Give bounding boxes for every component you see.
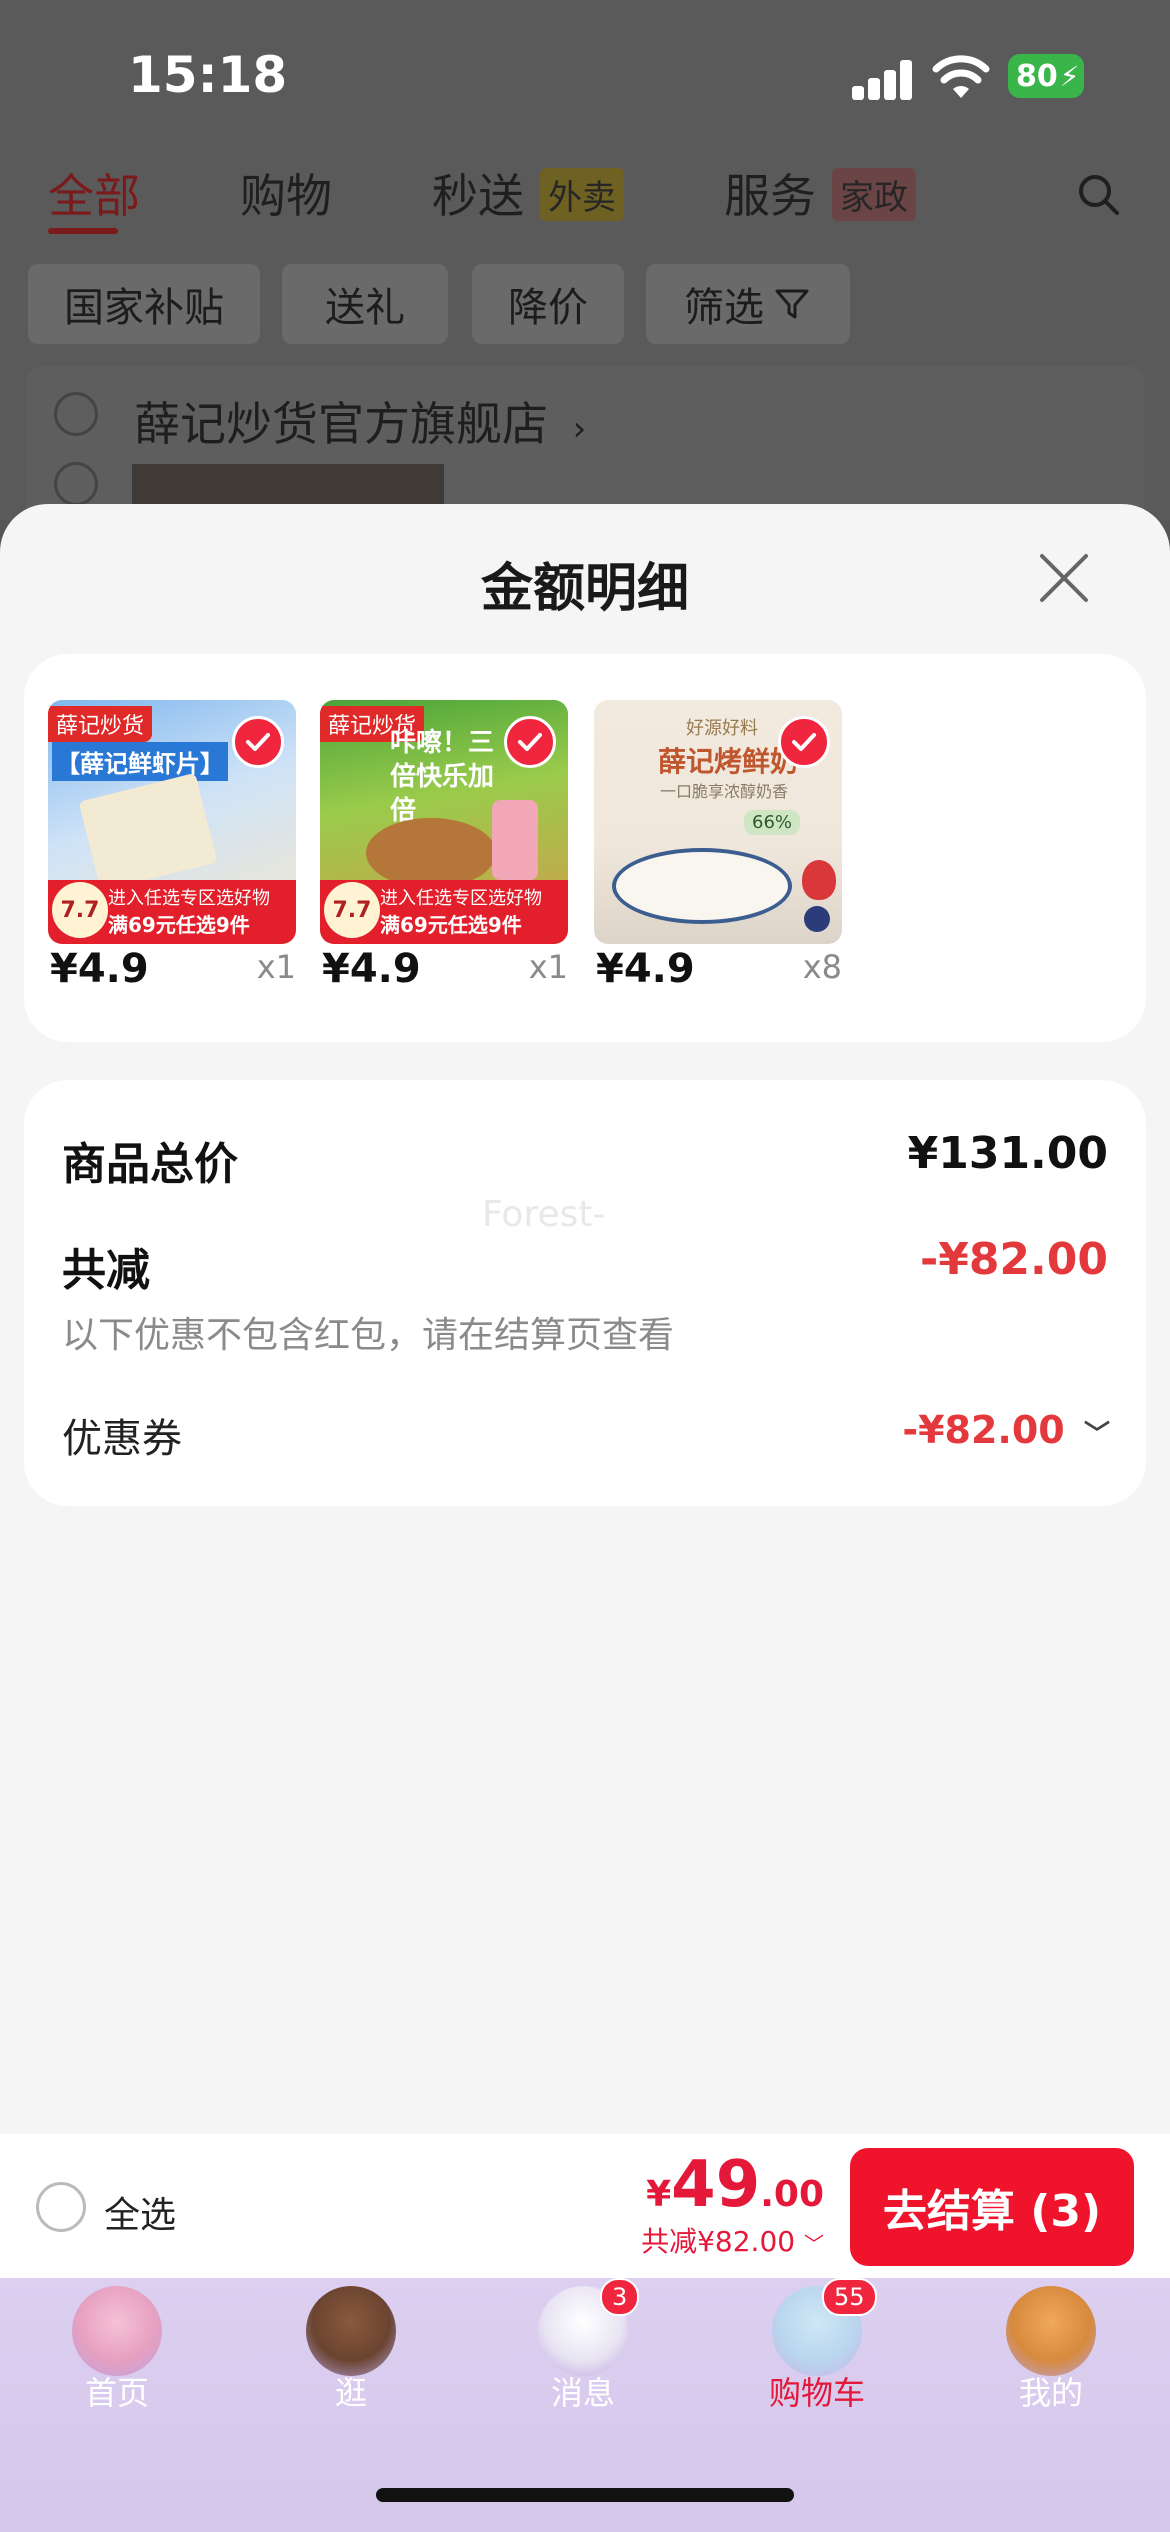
status-time: 15:18 (128, 46, 288, 104)
status-bar: 15:18 80 ⚡ (0, 0, 1170, 150)
sheet-title: 金额明细 (480, 559, 689, 619)
select-all-radio[interactable] (36, 2182, 86, 2232)
product-item[interactable]: 薛记炒货 【薛记鲜虾片】 进入任选专区选好物 满69元任选9件 7.7 ¥4.9… (48, 700, 296, 992)
promo-badge: 7.7 (324, 882, 380, 938)
total-price-label: 商品总价 (62, 1139, 238, 1190)
nav-cart[interactable]: 55 购物车 (742, 2278, 892, 2412)
product-brand-tag: 好源好料 (686, 718, 758, 739)
total-savings[interactable]: 共减¥82.00 ﹀ (641, 2220, 824, 2260)
checkout-button[interactable]: 去结算 (3) (850, 2148, 1134, 2266)
chip-national-subsidy[interactable]: 国家补贴 (28, 264, 260, 344)
nav-cart-label: 购物车 (768, 2374, 865, 2412)
nav-messages-label: 消息 (550, 2374, 615, 2412)
tab-service-badge: 家政 (832, 168, 916, 221)
nav-home-label: 首页 (84, 2374, 149, 2412)
total-decimal: .00 (760, 2174, 824, 2215)
cart-badge: 55 (822, 2278, 877, 2316)
product-quantity: x1 (256, 948, 296, 986)
search-icon[interactable] (1076, 172, 1120, 216)
nav-profile[interactable]: 我的 (976, 2286, 1126, 2412)
battery-indicator: 80 ⚡ (1008, 54, 1084, 98)
promo-strip-bottom: 满69元任选9件 (380, 913, 522, 937)
chevron-down-icon: ﹀ (804, 2232, 824, 2256)
nav-messages[interactable]: 3 消息 (508, 2278, 658, 2412)
item-select-radio[interactable] (54, 462, 98, 506)
top-tabs: 全部 购物 秒送 外卖 服务 家政 (0, 160, 1170, 230)
strawberry (802, 860, 836, 900)
product-price: ¥4.9 (322, 946, 421, 992)
product-image: 好源好料 薛记烤鲜奶 一口脆享浓醇奶香 66% (594, 700, 842, 944)
product-headline: 【薛记鲜虾片】 (52, 742, 228, 781)
nav-profile-label: 我的 (1018, 2374, 1083, 2412)
tab-express[interactable]: 秒送 (432, 160, 524, 226)
blueberry (804, 906, 830, 932)
discount-value: -¥82.00 (919, 1234, 1108, 1285)
checkout-total: ¥49.00 (646, 2148, 824, 2222)
cracker-shape (78, 772, 218, 892)
chip-filter[interactable]: 筛选 (646, 264, 850, 344)
selected-check-icon[interactable] (232, 716, 284, 768)
discount-note: 以下优惠不包含红包，请在结算页查看 (62, 1315, 675, 1356)
nav-browse-label: 逛 (334, 2374, 367, 2412)
milk-percent-pill: 66% (744, 810, 801, 835)
product-quantity: x8 (802, 948, 842, 986)
charging-icon: ⚡ (1059, 59, 1080, 93)
total-price-value: ¥131.00 (907, 1128, 1108, 1179)
nav-browse[interactable]: 逛 (276, 2286, 426, 2412)
wifi-icon (932, 55, 990, 98)
promo-strip-top: 进入任选专区选好物 (108, 888, 270, 909)
currency-symbol: ¥ (646, 2174, 672, 2215)
product-item[interactable]: 薛记炒货 咔嚓！三倍快乐加倍 进入任选专区选好物 满69元任选9件 7.7 ¥4… (320, 700, 568, 992)
active-tab-indicator (48, 228, 118, 234)
chip-price-drop[interactable]: 降价 (472, 264, 624, 344)
total-integer: 49 (671, 2148, 761, 2222)
browse-avatar-icon (306, 2286, 396, 2376)
milk-snack-plate (612, 848, 792, 924)
store-name[interactable]: 薛记炒货官方旗舰店 › (134, 388, 586, 454)
snack-bowl (366, 818, 496, 888)
selected-check-icon[interactable] (778, 716, 830, 768)
nav-home[interactable]: 首页 (42, 2286, 192, 2412)
chip-gift[interactable]: 送礼 (282, 264, 448, 344)
product-price: ¥4.9 (596, 946, 695, 992)
signal-icon (852, 58, 912, 100)
filter-icon (775, 289, 809, 319)
coupon-label: 优惠券 (62, 1416, 182, 1462)
chip-filter-label: 筛选 (684, 285, 764, 331)
chevron-right-icon: › (572, 409, 587, 449)
profile-avatar-icon (1006, 2286, 1096, 2376)
product-brand-tag: 薛记炒货 (48, 706, 153, 742)
watermark-text: Forest- (482, 1194, 606, 1235)
product-headline: 薛记烤鲜奶 (658, 745, 799, 778)
coupon-amount: -¥82.00 (902, 1408, 1065, 1452)
promo-strip-bottom: 满69元任选9件 (108, 913, 250, 937)
home-avatar-icon (72, 2286, 162, 2376)
product-subline: 一口脆享浓醇奶香 (660, 782, 789, 801)
tab-service[interactable]: 服务 (724, 160, 816, 226)
total-savings-label: 共减¥82.00 (641, 2225, 796, 2258)
battery-level: 80 (1016, 58, 1058, 94)
chevron-down-icon: ﹀ (1083, 1420, 1110, 1450)
select-all-label[interactable]: 全选 (104, 2186, 176, 2238)
filter-chips: 国家补贴 送礼 降价 筛选 (0, 264, 1170, 344)
tab-shopping[interactable]: 购物 (240, 160, 332, 226)
tab-express-badge: 外卖 (540, 168, 624, 221)
promo-badge: 7.7 (52, 882, 108, 938)
selected-check-icon[interactable] (504, 716, 556, 768)
home-indicator (376, 2488, 794, 2502)
messages-badge: 3 (600, 2278, 640, 2316)
drink-glass (492, 800, 538, 880)
coupon-value[interactable]: -¥82.00 ﹀ (902, 1408, 1110, 1452)
close-icon[interactable] (1038, 552, 1090, 604)
promo-strip-top: 进入任选专区选好物 (380, 888, 542, 909)
product-image: 薛记炒货 咔嚓！三倍快乐加倍 进入任选专区选好物 满69元任选9件 7.7 (320, 700, 568, 944)
product-item[interactable]: 好源好料 薛记烤鲜奶 一口脆享浓醇奶香 66% ¥4.9 x8 (594, 700, 842, 992)
store-select-radio[interactable] (54, 392, 98, 436)
store-name-label: 薛记炒货官方旗舰店 (134, 397, 548, 451)
product-image: 薛记炒货 【薛记鲜虾片】 进入任选专区选好物 满69元任选9件 7.7 (48, 700, 296, 944)
product-price: ¥4.9 (50, 946, 149, 992)
tab-all[interactable]: 全部 (48, 160, 140, 226)
product-quantity: x1 (528, 948, 568, 986)
discount-label: 共减 (62, 1245, 150, 1296)
